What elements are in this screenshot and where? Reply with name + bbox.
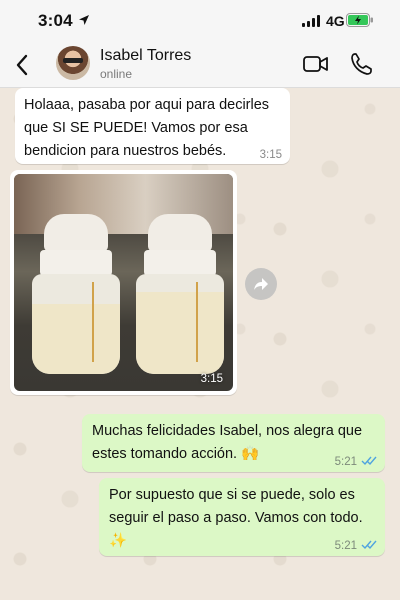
chat-header: Isabel Torres online [0,44,400,88]
breast-milk-bottles-photo[interactable]: 3:15 [14,174,233,391]
outgoing-message[interactable]: Muchas felicidades Isabel, nos alegra qu… [82,414,385,472]
video-camera-icon[interactable] [303,54,329,74]
message-time: 3:15 [259,149,282,161]
chevron-left-icon[interactable] [12,52,32,78]
read-ticks-icon [361,456,377,466]
network-type: 4G [326,13,345,29]
phone-icon[interactable] [350,52,372,76]
contact-avatar[interactable] [56,46,90,80]
bottle-right [136,214,224,374]
message-time: 5:21 [334,540,357,552]
incoming-image-message[interactable]: 3:15 [10,170,237,395]
battery-charging-icon [346,13,373,27]
read-ticks-icon [361,540,377,550]
message-text: Holaaa, pasaba por aqui para decirles qu… [24,97,270,159]
bottle-left [32,214,120,374]
message-time: 5:21 [334,456,357,468]
incoming-message[interactable]: Holaaa, pasaba por aqui para decirles qu… [15,88,290,164]
contact-name[interactable]: Isabel Torres [100,47,191,65]
image-time: 3:15 [200,373,223,385]
location-arrow-icon [79,15,89,25]
status-time: 3:04 [38,11,73,30]
avatar-glasses [63,58,83,63]
signal-bars-icon [302,15,320,27]
status-bar: 3:04 4G [0,0,400,44]
forward-button[interactable] [245,268,277,300]
outgoing-message[interactable]: Por supuesto que si se puede, solo es se… [99,478,385,556]
contact-status: online [100,67,133,81]
forward-arrow-icon [254,278,268,290]
